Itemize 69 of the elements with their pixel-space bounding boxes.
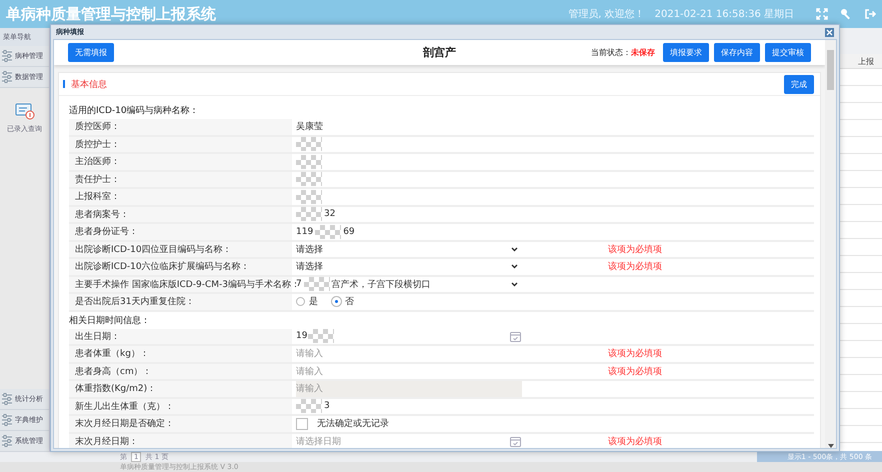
radio-button[interactable] [296,297,305,306]
toolbar-button[interactable]: 填报要求 [663,43,709,62]
field-label: 责任护士： [69,172,292,187]
date-field[interactable]: 19 [296,329,526,344]
field-label: 质控护士： [69,136,292,152]
field-value: 69 [343,226,355,237]
field-label: 出院诊断ICD-10四位亚目编码与名称： [69,242,292,257]
chevron-down-icon [511,264,518,270]
group-caption: 相关日期时间信息： [69,314,151,328]
required-hint: 该项为必填项 [608,260,662,274]
sliders-icon [1,414,13,426]
chevron-down-icon [511,282,518,287]
scroll-down-icon [828,444,834,448]
welcome-text: 管理员, 欢迎您！ [568,8,645,21]
select-field[interactable]: 7 宫产术，子宫下段横切口 [296,276,522,292]
field-label: 出院诊断ICD-10六位临床扩展编码与名称： [69,259,292,274]
select-field[interactable]: 请选择 [296,259,522,274]
group-caption: 适用的ICD-10编码与病种名称： [69,104,200,118]
required-hint: 该项为必填项 [608,348,662,360]
field-label: 患者身高（cm）： [69,364,292,379]
field-value: 32 [324,209,336,220]
form-heading: 剖宫产 [423,45,456,60]
field-value: 3 [324,401,330,412]
datetime-text: 2021-02-21 16:58:36 星期日 [654,8,794,21]
field-label: 患者身份证号： [69,224,292,240]
column-header: 上报 [858,56,875,66]
skip-report-button[interactable]: 无需填报 [68,43,114,62]
scrollbar[interactable] [825,40,836,448]
field-label: 质控医师： [69,119,292,134]
logout-icon[interactable] [864,8,876,20]
field-label: 主治医师： [69,154,292,170]
sliders-icon [1,50,13,62]
fullscreen-icon[interactable] [816,8,828,20]
required-hint: 该项为必填项 [608,436,662,448]
sliders-icon [1,393,13,405]
sliders-icon [1,71,13,83]
field-value: 119 [296,226,314,237]
field-label: 出生日期： [69,328,292,344]
checkbox-label: 无法确定或无记录 [317,418,389,430]
field-value: 吴康莹 [296,120,323,134]
radio-option[interactable]: 是 [296,295,318,308]
monitor-icon [14,102,34,120]
field-label: 末次月经日期是否确定： [69,416,292,432]
radio-option[interactable]: 否 [332,295,354,308]
required-hint: 该项为必填项 [608,244,662,256]
done-button[interactable]: 完成 [784,74,814,94]
field-label: 患者病案号： [69,206,292,222]
field-label: 是否出院后31天内重复住院： [69,294,292,310]
required-hint: 该项为必填项 [608,366,662,378]
close-icon[interactable] [825,28,834,36]
section-marker [63,80,65,88]
field-label: 末次月经日期： [69,434,292,448]
toolbar-button[interactable]: 保存内容 [714,43,760,62]
scrollbar-thumb[interactable] [827,50,834,90]
field-label: 患者体重（kg）： [69,346,292,362]
field-label: 新生儿出生体重（克）： [69,398,292,414]
status-text: 当前状态：未保存 [591,47,655,58]
calendar-icon [509,434,522,448]
toolbar-button[interactable]: 提交审核 [765,43,811,62]
key-icon[interactable] [840,8,852,20]
field-label: 体重指数(Kg/m2)： [69,381,292,396]
calendar-icon [509,330,522,343]
app-title: 单病种质量管理与控制上报系统 [6,4,217,24]
section-title: 基本信息 [71,78,107,90]
sliders-icon [1,435,13,447]
checkbox[interactable] [296,418,308,430]
select-field[interactable]: 请选择 [296,242,522,257]
chevron-down-icon [511,246,518,252]
field-label: 上报科室： [69,189,292,204]
